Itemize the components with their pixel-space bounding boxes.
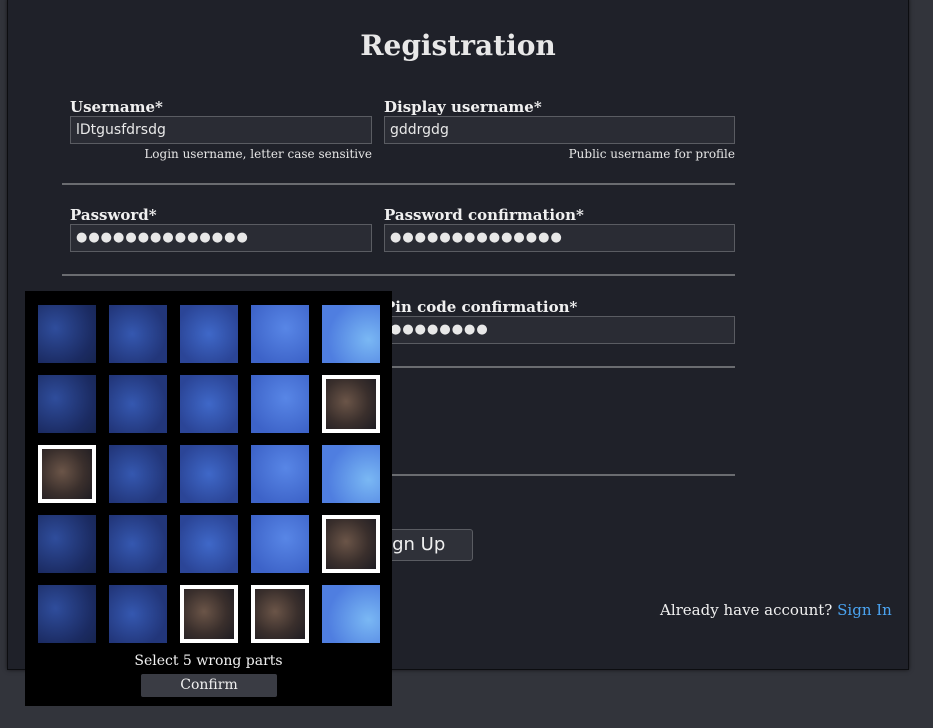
display-username-input[interactable]: gddrgdg [384, 116, 735, 144]
username-input[interactable]: lDtgusfdrsdg [70, 116, 372, 144]
captcha-tile[interactable] [38, 375, 96, 433]
captcha-popup: Select 5 wrong parts Confirm [25, 291, 392, 706]
display-username-hint: Public username for profile [568, 147, 735, 161]
captcha-tile[interactable] [180, 305, 238, 363]
pin-confirmation-label: Pin code confirmation* [384, 298, 578, 316]
captcha-tile[interactable] [251, 305, 309, 363]
captcha-tile[interactable] [38, 445, 96, 503]
password-input[interactable]: ●●●●●●●●●●●●●● [70, 224, 372, 252]
captcha-tile[interactable] [251, 585, 309, 643]
username-hint: Login username, letter case sensitive [144, 147, 372, 161]
password-confirmation-label: Password confirmation* [384, 206, 584, 224]
captcha-confirm-button[interactable]: Confirm [141, 674, 277, 697]
page-title: Registration [360, 29, 556, 62]
captcha-tile[interactable] [322, 585, 380, 643]
password-confirmation-input[interactable]: ●●●●●●●●●●●●●● [384, 224, 735, 252]
separator [62, 183, 735, 185]
captcha-tile[interactable] [109, 375, 167, 433]
username-label: Username* [70, 98, 163, 116]
captcha-tile[interactable] [251, 445, 309, 503]
captcha-tile[interactable] [109, 515, 167, 573]
already-text: Already have account? [660, 601, 833, 619]
captcha-tile[interactable] [251, 515, 309, 573]
already-have-account: Already have account? Sign In [660, 601, 892, 619]
captcha-tile[interactable] [322, 305, 380, 363]
captcha-tile[interactable] [251, 375, 309, 433]
captcha-tile[interactable] [109, 585, 167, 643]
captcha-tile[interactable] [38, 305, 96, 363]
display-username-label: Display username* [384, 98, 542, 116]
captcha-tile[interactable] [109, 445, 167, 503]
captcha-instruction: Select 5 wrong parts [134, 653, 283, 669]
captcha-tile[interactable] [322, 515, 380, 573]
separator [62, 274, 735, 276]
captcha-tile[interactable] [180, 585, 238, 643]
captcha-tile[interactable] [109, 305, 167, 363]
password-label: Password* [70, 206, 157, 224]
captcha-tile[interactable] [180, 375, 238, 433]
captcha-tile[interactable] [38, 585, 96, 643]
captcha-tile[interactable] [38, 515, 96, 573]
captcha-tile[interactable] [180, 445, 238, 503]
sign-in-link[interactable]: Sign In [837, 601, 892, 619]
captcha-tile[interactable] [322, 445, 380, 503]
pin-confirmation-input[interactable]: ●●●●●●●● [384, 316, 735, 344]
captcha-tile[interactable] [180, 515, 238, 573]
captcha-tile[interactable] [322, 375, 380, 433]
